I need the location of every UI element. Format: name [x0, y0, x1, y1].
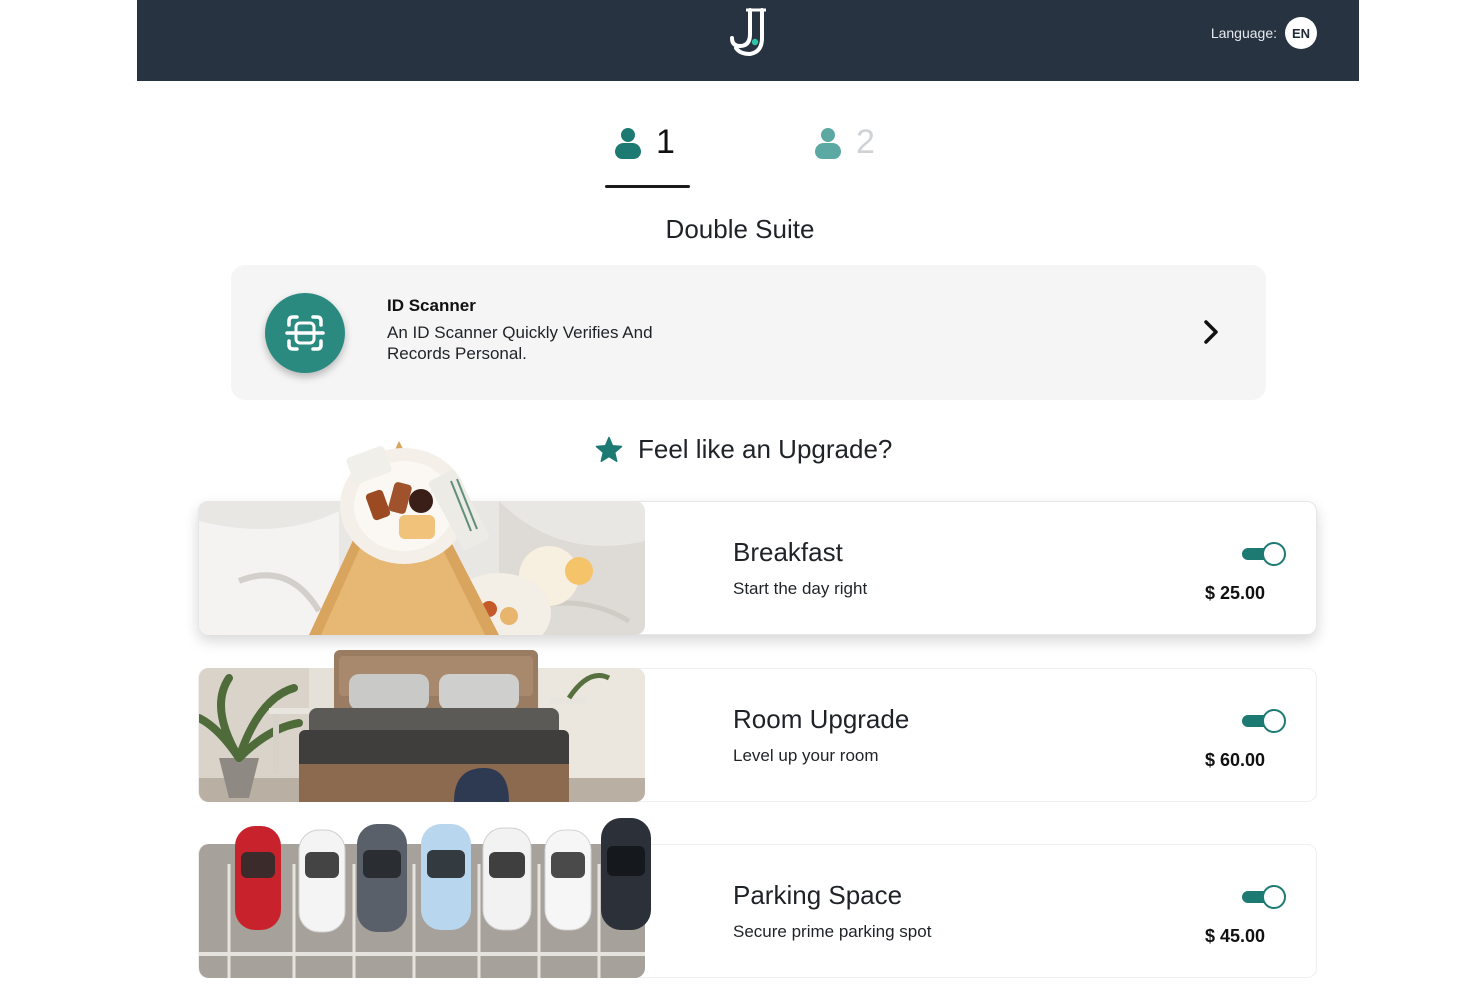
star-icon	[595, 436, 623, 462]
offer-card-room-upgrade[interactable]: Room Upgrade Level up your room $ 60.00	[198, 650, 1317, 802]
offer-card-parking[interactable]: Parking Space Secure prime parking spot …	[198, 818, 1317, 978]
id-scanner-card[interactable]: ID Scanner An ID Scanner Quickly Verifie…	[231, 265, 1266, 400]
offer-name: Breakfast	[733, 537, 843, 567]
parking-lot-image	[199, 818, 651, 978]
offer-price: $ 25.00	[1204, 583, 1265, 603]
top-header: Language: EN	[137, 0, 1359, 81]
offer-subtitle: Start the day right	[733, 579, 868, 598]
person-icon	[814, 122, 842, 162]
active-tab-indicator	[605, 185, 690, 188]
room-title: Double Suite	[665, 214, 815, 244]
offer-price: $ 45.00	[1204, 926, 1265, 946]
offer-name: Parking Space	[733, 880, 903, 910]
guest-tab-label: 2	[856, 122, 875, 161]
language-badge[interactable]: EN	[1285, 17, 1317, 49]
language-label: Language:	[1210, 25, 1277, 41]
offer-card-breakfast[interactable]: Breakfast Start the day right $ 25.00	[198, 441, 1317, 635]
upgrade-heading-text: Feel like an Upgrade?	[638, 434, 893, 464]
bedroom-image	[199, 650, 645, 802]
chevron-right-icon[interactable]	[1200, 319, 1222, 345]
person-icon	[614, 122, 642, 162]
offer-toggle[interactable]	[1242, 709, 1286, 733]
language-selector[interactable]: Language: EN	[1211, 17, 1317, 49]
offer-name: Room Upgrade	[733, 704, 910, 734]
guest-tab-label: 1	[656, 122, 675, 161]
offer-subtitle: Level up your room	[733, 746, 879, 765]
guest-tab-1[interactable]: 1	[614, 122, 675, 162]
id-scanner-description: An ID Scanner Quickly Verifies And Recor…	[387, 323, 653, 363]
id-scanner-title: ID Scanner	[387, 296, 476, 315]
offer-toggle[interactable]	[1242, 885, 1286, 909]
jj-logo-icon[interactable]	[728, 4, 772, 58]
breakfast-tray-image	[199, 441, 645, 635]
upgrade-heading: Feel like an Upgrade?	[594, 434, 892, 465]
guest-tab-2[interactable]: 2	[814, 122, 875, 162]
offer-price: $ 60.00	[1204, 750, 1265, 770]
scan-icon	[265, 293, 345, 373]
offer-subtitle: Secure prime parking spot	[733, 922, 932, 941]
offer-toggle[interactable]	[1242, 542, 1286, 566]
